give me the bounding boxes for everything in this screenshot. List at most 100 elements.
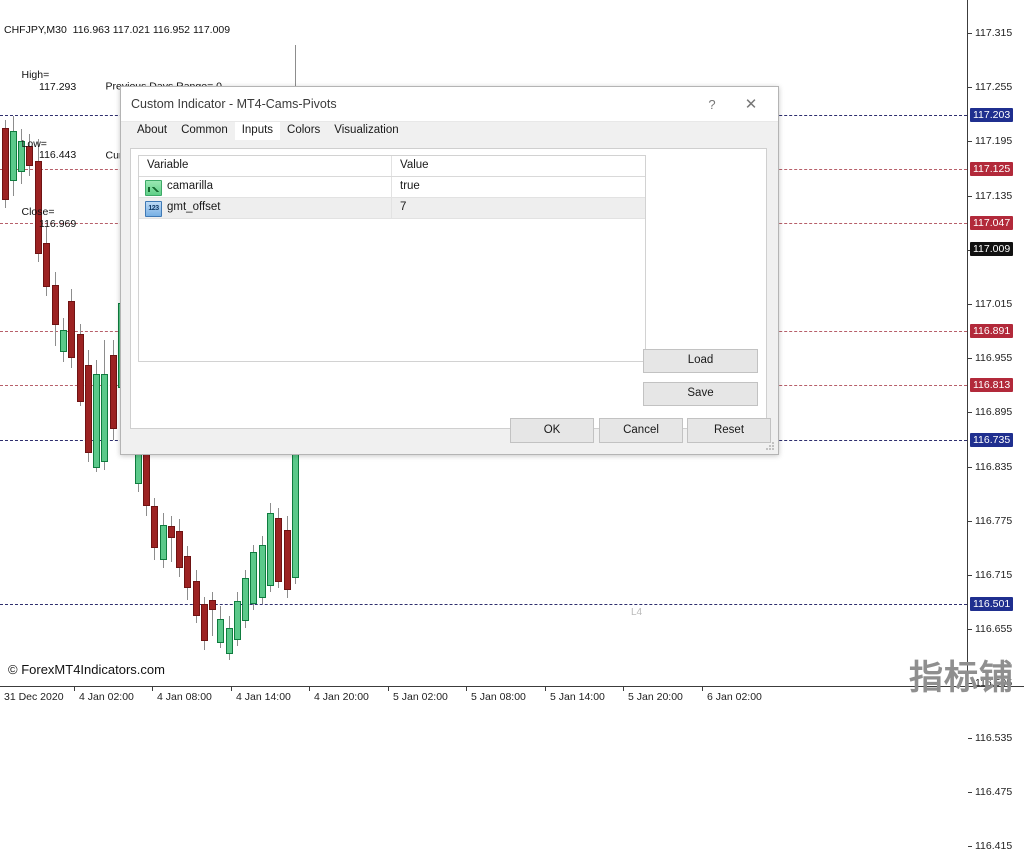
- price-tag-pivot-red: 116.813: [970, 378, 1014, 392]
- save-button[interactable]: Save: [643, 382, 758, 406]
- help-icon[interactable]: ?: [700, 94, 724, 116]
- candle-body: [250, 552, 257, 604]
- price-tick: [968, 846, 972, 847]
- time-tick-label: 6 Jan 02:00: [707, 691, 762, 703]
- price-tag-pivot-blue: 116.501: [970, 597, 1014, 611]
- time-tick: [545, 687, 546, 691]
- price-tick-label: 116.895: [975, 406, 1013, 419]
- inputs-grid[interactable]: Variable Value camarilla true 123 gmt_offset 7: [138, 155, 646, 362]
- candle-body: [242, 578, 249, 621]
- value-cell[interactable]: 7: [392, 198, 645, 218]
- tab-common[interactable]: Common: [174, 122, 235, 140]
- ok-button[interactable]: OK: [510, 418, 594, 443]
- candlestick: [259, 536, 266, 604]
- dialog-titlebar[interactable]: Custom Indicator - MT4-Cams-Pivots ? ✕: [121, 87, 778, 122]
- variable-cell[interactable]: 123 gmt_offset: [139, 198, 392, 218]
- pivot-line: [0, 604, 967, 605]
- column-header-variable: Variable: [139, 156, 392, 176]
- price-tick: [968, 358, 972, 360]
- price-tick: [968, 195, 972, 197]
- candle-body: [93, 374, 100, 468]
- candle-wick: [171, 516, 172, 562]
- table-row[interactable]: camarilla true: [139, 177, 645, 198]
- stat-label: High=: [21, 69, 50, 82]
- custom-indicator-dialog[interactable]: Custom Indicator - MT4-Cams-Pivots ? ✕ A…: [120, 86, 779, 455]
- cancel-button[interactable]: Cancel: [599, 418, 683, 443]
- candlestick: [275, 508, 282, 588]
- stat-label: Close=: [21, 206, 55, 219]
- candle-body: [284, 530, 291, 590]
- tab-visualization[interactable]: Visualization: [327, 122, 406, 140]
- load-button[interactable]: Load: [643, 349, 758, 373]
- dialog-tabstrip[interactable]: About Common Inputs Colors Visualization: [121, 122, 778, 140]
- price-tick-label: 117.015: [975, 298, 1013, 310]
- price-tick: [968, 737, 972, 739]
- candle-body: [259, 545, 266, 598]
- candle-body: [85, 365, 92, 453]
- price-tag-pivot-red: 117.125: [970, 162, 1014, 176]
- tab-inputs[interactable]: Inputs: [234, 122, 281, 140]
- price-tick-label: 116.775: [975, 514, 1013, 527]
- price-tick: [968, 791, 972, 793]
- candlestick: [226, 616, 233, 660]
- price-tick: [968, 304, 972, 305]
- price-tick-label: 116.655: [975, 623, 1013, 636]
- price-tick: [968, 575, 972, 576]
- variable-cell[interactable]: camarilla: [139, 177, 392, 197]
- price-tag-pivot-red: 116.891: [970, 324, 1014, 338]
- tab-about[interactable]: About: [130, 122, 175, 140]
- column-header-label: Value: [400, 159, 429, 171]
- price-tick-label: 117.195: [975, 135, 1013, 148]
- price-tick: [968, 466, 972, 468]
- candlestick: [85, 350, 92, 462]
- value-text: true: [400, 180, 420, 192]
- price-tick-label: 116.475: [975, 785, 1013, 798]
- candlestick: [201, 597, 208, 650]
- price-tick: [968, 520, 972, 522]
- quote-line: CHFJPY,M30 116.963 117.021 116.952 117.0…: [4, 23, 231, 36]
- candle-body: [68, 301, 75, 358]
- price-tick-label: 117.255: [975, 81, 1013, 94]
- candlestick: [176, 519, 183, 577]
- variable-name: camarilla: [167, 180, 214, 192]
- stat-label: Low=: [21, 137, 47, 150]
- table-row[interactable]: 123 gmt_offset 7: [139, 198, 645, 219]
- variable-name: gmt_offset: [167, 201, 221, 213]
- candle-body: [201, 604, 208, 641]
- grid-header-row: Variable Value: [139, 156, 645, 177]
- candlestick: [267, 503, 274, 592]
- candle-body: [267, 513, 274, 586]
- reset-button[interactable]: Reset: [687, 418, 771, 443]
- time-tick-label: 4 Jan 08:00: [157, 691, 212, 703]
- resize-grip-icon[interactable]: [765, 442, 775, 452]
- time-tick: [702, 687, 703, 691]
- tab-colors[interactable]: Colors: [280, 122, 328, 140]
- candle-body: [275, 518, 282, 582]
- price-tick-label: 116.535: [975, 731, 1013, 744]
- price-tag-pivot-blue: 116.735: [970, 433, 1014, 447]
- price-tick-label: 116.715: [975, 569, 1013, 581]
- candle-body: [234, 601, 241, 640]
- candle-body: [110, 355, 117, 429]
- price-tick-label: 116.835: [975, 460, 1013, 473]
- candle-body: [151, 506, 158, 548]
- column-header-label: Variable: [147, 159, 189, 171]
- price-axis[interactable]: 117.315117.255117.195117.135117.075117.0…: [967, 0, 1024, 852]
- price-tag-last-price: 117.009: [970, 242, 1014, 256]
- candle-wick: [212, 592, 213, 636]
- time-tick: [152, 687, 153, 691]
- time-tick-label: 4 Jan 14:00: [236, 691, 291, 703]
- candlestick: [110, 340, 117, 440]
- pivot-label: L4: [631, 607, 643, 618]
- price-tick: [968, 412, 972, 414]
- candlestick: [93, 360, 100, 472]
- price-tick: [968, 33, 972, 34]
- candlestick: [209, 592, 216, 636]
- close-icon[interactable]: ✕: [738, 94, 764, 116]
- time-tick: [231, 687, 232, 691]
- time-axis[interactable]: 31 Dec 2020 4 Jan 02:00 4 Jan 08:00 4 Jan 1…: [0, 686, 1024, 706]
- candle-body: [184, 556, 191, 588]
- candle-body: [101, 374, 108, 462]
- value-cell[interactable]: true: [392, 177, 645, 197]
- price-tag-pivot-red: 117.047: [970, 216, 1014, 230]
